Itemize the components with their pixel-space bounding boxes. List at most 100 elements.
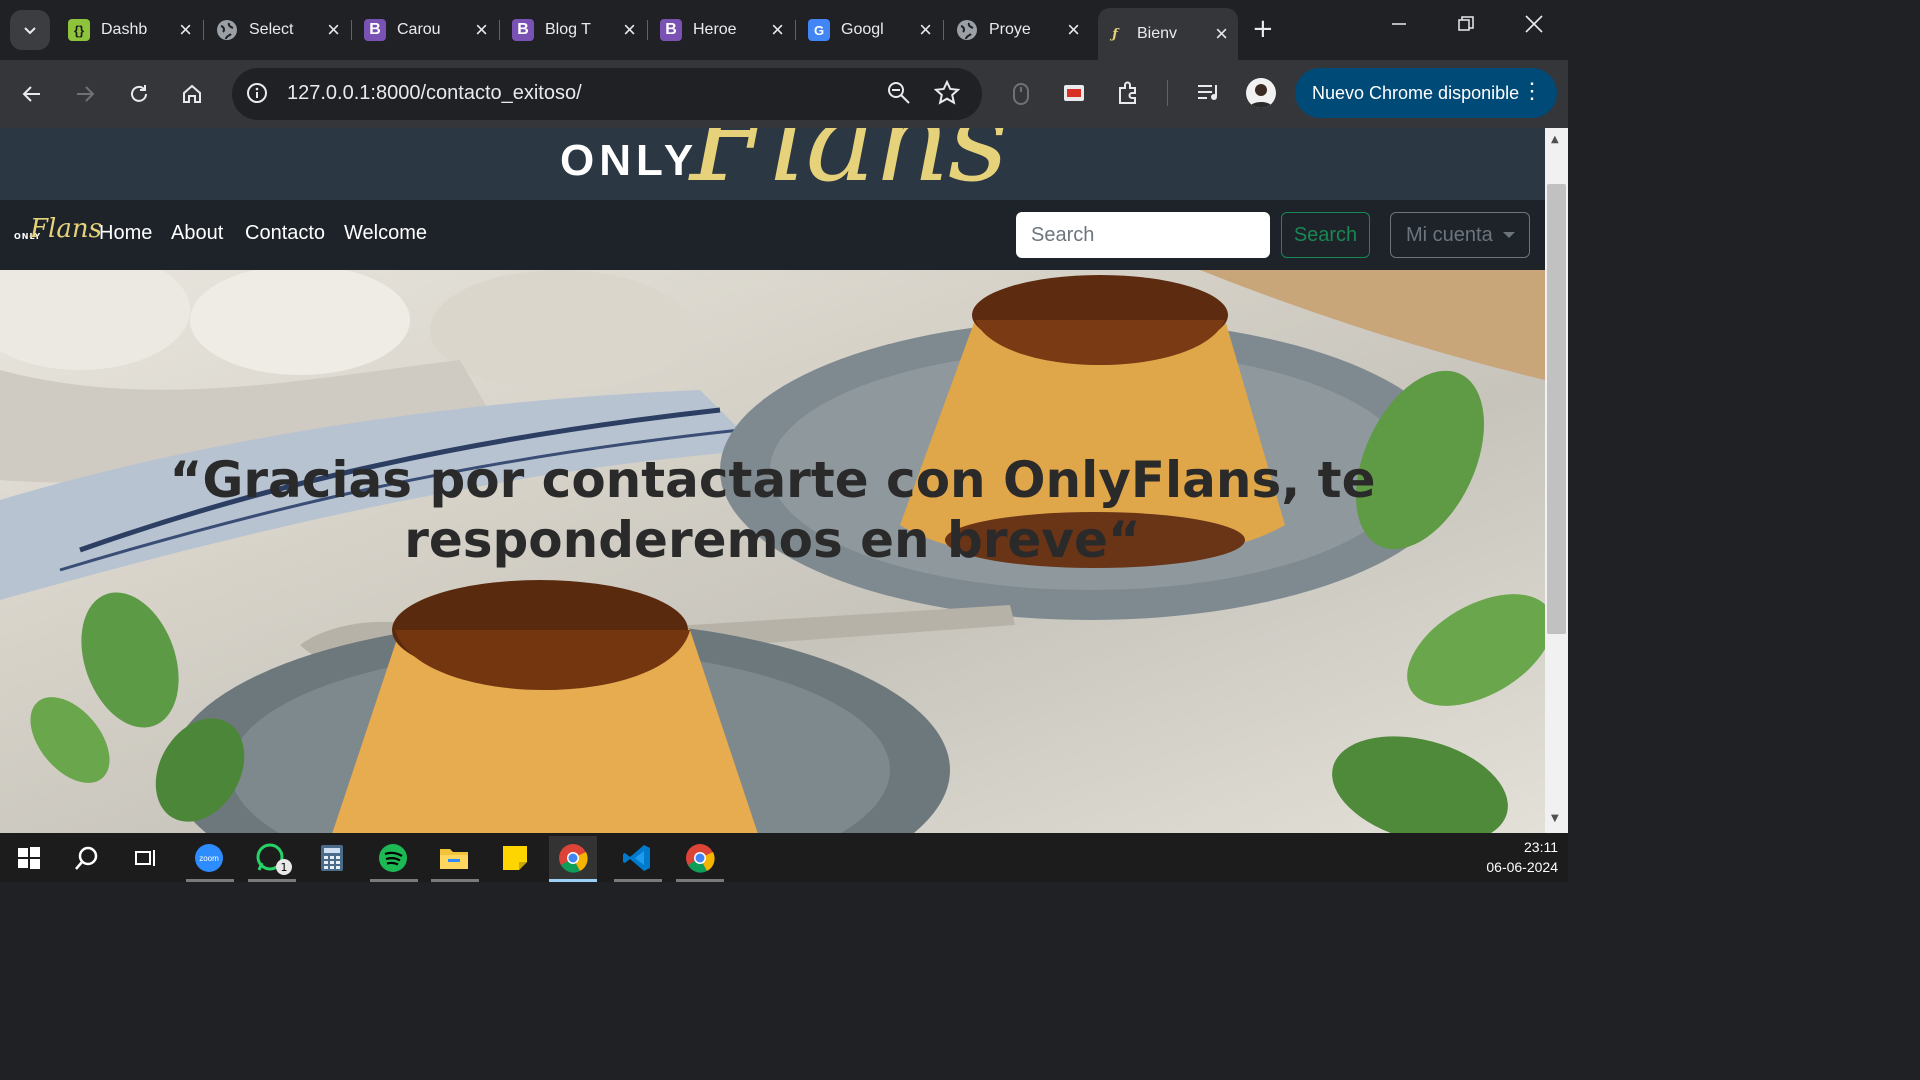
home-icon[interactable]: [174, 76, 210, 112]
tab-divider: [203, 20, 204, 40]
toolbar-divider: [1167, 80, 1168, 106]
tab-divider: [499, 20, 500, 40]
windows-start-icon[interactable]: [12, 841, 46, 875]
file-explorer-icon[interactable]: [437, 841, 471, 875]
tab-proyecto[interactable]: Proye ×: [950, 10, 1090, 50]
more-options-icon[interactable]: ⋮: [1521, 78, 1543, 104]
running-indicator: [248, 879, 296, 882]
onlyflans-favicon-icon: ƒ: [1112, 26, 1118, 42]
tab-heroes[interactable]: B Heroe ×: [654, 10, 794, 50]
close-tab-icon[interactable]: ×: [179, 19, 192, 41]
clock-date: 06-06-2024: [1486, 859, 1558, 875]
tab-carousel[interactable]: B Carou ×: [358, 10, 498, 50]
globe-icon: [956, 19, 978, 41]
site-info-icon[interactable]: [246, 82, 268, 108]
tab-search-button[interactable]: [10, 10, 50, 50]
mouse-extension-icon[interactable]: [1012, 82, 1030, 110]
system-clock[interactable]: 23:11 06-06-2024: [1486, 837, 1558, 877]
close-tab-icon[interactable]: ×: [475, 19, 488, 41]
page-scrollbar[interactable]: ▲ ▼: [1545, 128, 1568, 833]
update-button-label: Nuevo Chrome disponible: [1312, 82, 1520, 103]
tab-dashboard[interactable]: {} Dashb ×: [62, 10, 202, 50]
nav-home[interactable]: Home: [99, 222, 152, 245]
search-button[interactable]: Search: [1281, 212, 1370, 258]
vscode-icon[interactable]: [620, 841, 654, 875]
close-window-icon[interactable]: [1524, 14, 1544, 39]
site-header: ONLY Flans: [0, 128, 1545, 200]
running-indicator: [431, 879, 479, 882]
tab-title: Heroe: [693, 21, 737, 38]
tab-title: Proye: [989, 21, 1031, 38]
scroll-up-arrow-icon[interactable]: ▲: [1551, 134, 1559, 145]
caret-down-icon: [1503, 232, 1515, 238]
whatsapp-icon[interactable]: 1: [254, 841, 292, 875]
contact-success-message: “Gracias por contactarte con OnlyFlans, …: [169, 451, 1376, 569]
account-dropdown-button[interactable]: Mi cuenta: [1390, 212, 1530, 258]
search-icon[interactable]: [70, 841, 104, 875]
tab-title: Select: [249, 21, 294, 38]
cast-extension-icon[interactable]: [1062, 81, 1086, 109]
close-tab-icon[interactable]: ×: [1215, 23, 1228, 45]
tab-select[interactable]: Select ×: [210, 10, 350, 50]
sticky-notes-icon[interactable]: [498, 841, 532, 875]
tab-title: Bienv: [1137, 25, 1178, 42]
back-icon[interactable]: [14, 76, 50, 112]
nav-about[interactable]: About: [171, 222, 223, 245]
running-indicator: [676, 879, 724, 882]
minimize-icon[interactable]: [1390, 14, 1408, 38]
profile-avatar[interactable]: [1246, 78, 1276, 108]
page-viewport: ONLY Flans ONLY Flans Home About Contact…: [0, 128, 1545, 833]
scroll-down-arrow-icon[interactable]: ▼: [1551, 813, 1559, 824]
tab-divider: [647, 20, 648, 40]
forward-icon[interactable]: [67, 76, 103, 112]
new-tab-icon[interactable]: +: [1252, 16, 1274, 42]
zoom-icon[interactable]: [887, 81, 911, 109]
navbar-brand-flans[interactable]: Flans: [30, 214, 102, 244]
chrome-profile-icon[interactable]: [683, 841, 717, 875]
reload-icon[interactable]: [121, 76, 157, 112]
scrollbar-thumb[interactable]: [1547, 184, 1566, 634]
restore-icon[interactable]: [1457, 14, 1475, 38]
tab-strip: {} Dashb × Select × B Carou × B Blog T ×…: [0, 0, 1568, 60]
chrome-update-button[interactable]: Nuevo Chrome disponible ⋮: [1295, 68, 1557, 118]
browser-toolbar: 127.0.0.1:8000/contacto_exitoso/ Nuevo C…: [0, 60, 1568, 128]
tab-divider: [943, 20, 944, 40]
tab-divider: [795, 20, 796, 40]
bootstrap-icon: B: [364, 19, 386, 41]
site-logo-flans: Flans: [690, 128, 1009, 200]
running-indicator: [614, 879, 662, 882]
google-translate-icon: G: [808, 19, 830, 41]
media-control-icon[interactable]: [1196, 81, 1222, 109]
chrome-icon-active[interactable]: [549, 836, 597, 880]
close-tab-icon[interactable]: ×: [771, 19, 784, 41]
json-favicon-icon: {}: [68, 19, 90, 41]
calculator-icon[interactable]: [315, 841, 349, 875]
close-tab-icon[interactable]: ×: [919, 19, 932, 41]
url-text[interactable]: 127.0.0.1:8000/contacto_exitoso/: [287, 82, 582, 105]
task-view-icon[interactable]: [129, 841, 163, 875]
search-input[interactable]: [1016, 212, 1270, 258]
tab-title: Dashb: [101, 21, 148, 38]
bookmark-star-icon[interactable]: [933, 79, 961, 110]
tab-bienvenido-active[interactable]: ƒ Bienv ×: [1098, 8, 1238, 60]
chevron-down-icon: [24, 27, 36, 35]
bootstrap-icon: B: [512, 19, 534, 41]
hero-flan-image: “Gracias por contactarte con OnlyFlans, …: [0, 270, 1545, 833]
nav-welcome[interactable]: Welcome: [344, 222, 427, 245]
nav-contacto[interactable]: Contacto: [245, 222, 325, 245]
spotify-icon[interactable]: [376, 841, 410, 875]
clock-time: 23:11: [1524, 839, 1558, 855]
address-bar[interactable]: 127.0.0.1:8000/contacto_exitoso/: [232, 68, 982, 120]
close-tab-icon[interactable]: ×: [1067, 19, 1080, 41]
running-indicator: [186, 879, 234, 882]
tab-google-translate[interactable]: G Googl ×: [802, 10, 942, 50]
tab-divider: [351, 20, 352, 40]
tab-blog[interactable]: B Blog T ×: [506, 10, 646, 50]
close-tab-icon[interactable]: ×: [623, 19, 636, 41]
tab-title: Googl: [841, 21, 884, 38]
active-indicator: [549, 879, 597, 882]
close-tab-icon[interactable]: ×: [327, 19, 340, 41]
zoom-app-icon[interactable]: zoom: [192, 841, 226, 875]
bootstrap-icon: B: [660, 19, 682, 41]
extensions-puzzle-icon[interactable]: [1116, 80, 1142, 110]
